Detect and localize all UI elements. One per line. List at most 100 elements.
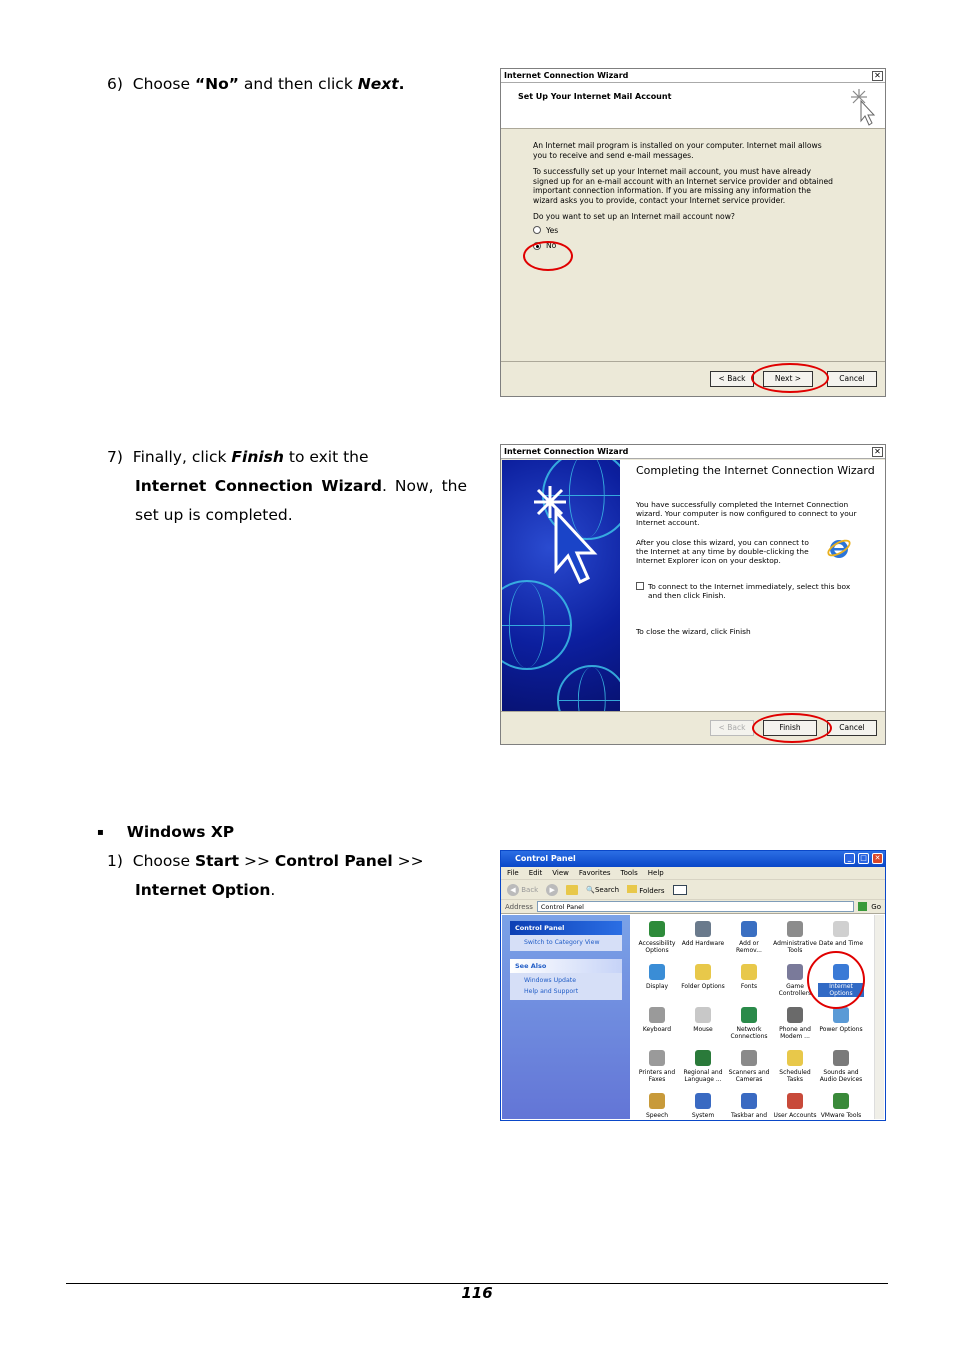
cancel-button[interactable]: Cancel xyxy=(827,371,877,387)
address-bar: Address Control Panel Go xyxy=(501,900,885,914)
maximize-icon[interactable]: □ xyxy=(858,853,869,864)
wizard-body: An Internet mail program is installed on… xyxy=(501,129,885,251)
system-icon xyxy=(695,1093,711,1109)
menu-edit[interactable]: Edit xyxy=(529,869,543,877)
radio-no-control[interactable] xyxy=(533,241,541,250)
speech-icon xyxy=(649,1093,665,1109)
control-panel-item[interactable]: Display xyxy=(634,962,680,1005)
radio-yes-control[interactable] xyxy=(533,226,541,235)
menu-help[interactable]: Help xyxy=(648,869,664,877)
control-panel-item[interactable]: Taskbar and xyxy=(726,1091,772,1134)
forward-button[interactable]: ▶ xyxy=(546,883,559,896)
control-panel-item[interactable]: Network Connections xyxy=(726,1005,772,1048)
menu-favorites[interactable]: Favorites xyxy=(579,869,611,877)
views-icon[interactable] xyxy=(672,884,687,895)
panel-header[interactable]: Control Panel xyxy=(510,921,622,935)
sparkle-cursor-icon xyxy=(534,486,598,585)
up-folder-icon[interactable] xyxy=(566,884,579,895)
wizard-paragraph: An Internet mail program is installed on… xyxy=(533,141,822,160)
separator: >> xyxy=(397,852,424,870)
vertical-scrollbar[interactable] xyxy=(874,915,884,1119)
control-panel-item[interactable]: System xyxy=(680,1091,726,1134)
finish-button[interactable]: Finish xyxy=(763,720,817,736)
windows-update-link[interactable]: Windows Update xyxy=(510,973,622,986)
back-button[interactable]: ◀ Back xyxy=(507,883,538,896)
window-titlebar: Control Panel _ □ ✕ xyxy=(501,851,885,867)
separator: >> xyxy=(243,852,270,870)
step-text: Choose xyxy=(132,852,191,870)
go-arrow-icon[interactable] xyxy=(858,902,868,911)
control-panel-item[interactable]: Phone and Modem ... xyxy=(772,1005,818,1048)
control-panel-item[interactable]: Administrative Tools xyxy=(772,919,818,962)
control-panel-item[interactable]: Accessibility Options xyxy=(634,919,680,962)
control-panel-item[interactable]: Keyboard xyxy=(634,1005,680,1048)
control-panel-item[interactable]: Folder Options xyxy=(680,962,726,1005)
folder-icon xyxy=(627,884,638,893)
control-panel-item[interactable]: Speech xyxy=(634,1091,680,1134)
control-panel-item[interactable]: Scanners and Cameras xyxy=(726,1048,772,1091)
wizard-paragraph: To close the wizard, click Finish xyxy=(636,627,751,636)
menu-bar: File Edit View Favorites Tools Help xyxy=(501,867,885,880)
user-accounts-icon xyxy=(787,1093,803,1109)
control-panel-item[interactable]: Mouse xyxy=(680,1005,726,1048)
address-label: Address xyxy=(505,902,533,911)
radio-yes[interactable]: Yes xyxy=(533,226,885,236)
control-panel-item-label: Speech xyxy=(645,1112,669,1119)
control-panel-item-label: Scanners and Cameras xyxy=(728,1069,770,1083)
control-panel-item[interactable]: Add or Remov... xyxy=(726,919,772,962)
see-also-box: See Also Windows Update Help and Support xyxy=(510,959,622,1000)
control-panel-item-label: Folder Options xyxy=(681,983,725,990)
control-panel-item[interactable]: Scheduled Tasks xyxy=(772,1048,818,1091)
search-button[interactable]: 🔍Search xyxy=(586,886,619,894)
wizard-heading: Set Up Your Internet Mail Account xyxy=(518,92,672,101)
control-panel-item[interactable]: Sounds and Audio Devices xyxy=(818,1048,864,1091)
close-icon[interactable]: ✕ xyxy=(872,71,883,81)
control-panel-item[interactable]: Add Hardware xyxy=(680,919,726,962)
control-panel-item[interactable]: Printers and Faxes xyxy=(634,1048,680,1091)
close-icon[interactable]: ✕ xyxy=(872,853,883,864)
control-panel-item[interactable]: VMware Tools xyxy=(818,1091,864,1134)
panel-header[interactable]: See Also xyxy=(510,959,622,973)
cancel-button[interactable]: Cancel xyxy=(827,720,877,736)
control-panel-item[interactable]: Date and Time xyxy=(818,919,864,962)
administrative-tools-icon xyxy=(787,921,803,937)
switch-view-link[interactable]: Switch to Category View xyxy=(510,935,622,951)
wizard-header: Set Up Your Internet Mail Account xyxy=(501,83,885,129)
close-icon[interactable]: ✕ xyxy=(872,447,883,457)
address-input[interactable]: Control Panel xyxy=(536,901,855,912)
wizard-question: Do you want to set up an Internet mail a… xyxy=(533,212,735,221)
control-panel-items: Accessibility Options Add Hardware Add or … xyxy=(630,915,874,1119)
wizard-mail-account-window: Internet Connection Wizard ✕ Set Up Your… xyxy=(500,68,886,397)
connect-checkbox[interactable] xyxy=(636,582,644,590)
control-panel-item[interactable]: Power Options xyxy=(818,1005,864,1048)
menu-tools[interactable]: Tools xyxy=(621,869,638,877)
forward-arrow-icon: ▶ xyxy=(546,883,559,896)
step-7-text: 7) Finally, click Finish to exit the Int… xyxy=(107,443,467,530)
control-panel-item[interactable]: Internet Options xyxy=(818,962,864,1005)
next-button[interactable]: Next > xyxy=(763,371,813,387)
folders-button[interactable]: Folders xyxy=(627,884,665,895)
internet-options-icon xyxy=(833,964,849,980)
control-panel-item-label: Scheduled Tasks xyxy=(779,1069,811,1083)
control-panel-item-label: Accessibility Options xyxy=(638,940,676,954)
vmware-tools-icon xyxy=(833,1093,849,1109)
control-panel-box: Control Panel Switch to Category View xyxy=(510,921,622,951)
menu-view[interactable]: View xyxy=(552,869,569,877)
control-panel-item[interactable]: Game Controllers xyxy=(772,962,818,1005)
control-panel-item[interactable]: Fonts xyxy=(726,962,772,1005)
add-or-remov-icon xyxy=(741,921,757,937)
back-button[interactable]: < Back xyxy=(710,371,754,387)
control-panel-item-label: Display xyxy=(645,983,669,990)
help-support-link[interactable]: Help and Support xyxy=(510,986,622,1000)
go-button[interactable]: Go xyxy=(871,903,881,911)
back-button[interactable]: < Back xyxy=(710,720,754,736)
control-panel-item-label: Taskbar and xyxy=(730,1112,768,1119)
task-pane: Control Panel Switch to Category View Se… xyxy=(502,915,630,1119)
menu-file[interactable]: File xyxy=(507,869,519,877)
connect-checkbox-row[interactable]: To connect to the Internet immediately, … xyxy=(636,582,866,600)
control-panel-item[interactable]: User Accounts xyxy=(772,1091,818,1134)
radio-no[interactable]: No xyxy=(533,241,885,251)
control-panel-item[interactable]: Regional and Language ... xyxy=(680,1048,726,1091)
step-number: 6) xyxy=(107,75,123,93)
minimize-icon[interactable]: _ xyxy=(844,853,855,864)
